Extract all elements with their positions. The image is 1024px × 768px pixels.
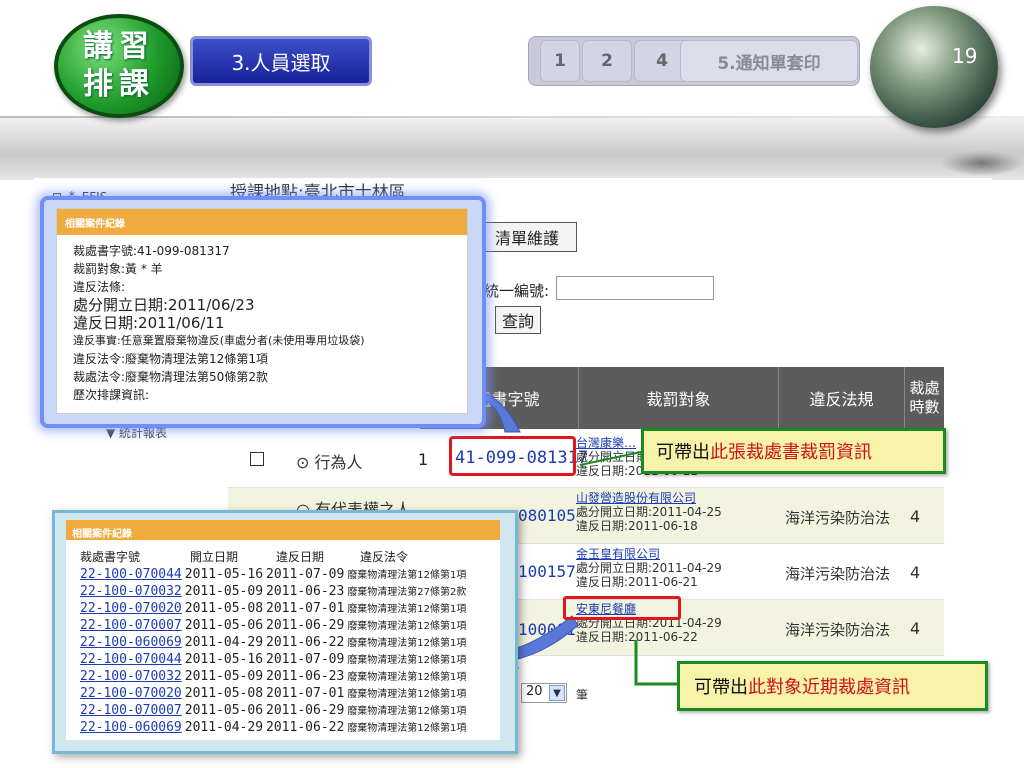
recent-law: 廢棄物清理法第12條第1項 xyxy=(347,689,467,700)
recent-violate-date: 2011-06-22 xyxy=(266,635,345,650)
recent-law: 廢棄物清理法第12條第1項 xyxy=(347,638,467,649)
recent-violate-date: 2011-06-29 xyxy=(266,618,345,633)
recent-open-date: 2011-05-08 xyxy=(184,601,264,616)
recent-law: 廢棄物清理法第12條第1項 xyxy=(347,570,467,581)
recent-law: 廢棄物清理法第12條第1項 xyxy=(347,604,467,615)
callout2-emphasis: 此對象近期裁處資訊 xyxy=(748,677,910,698)
recent-violate-date: 2011-07-09 xyxy=(266,652,345,667)
case-law: 違反法條: xyxy=(73,280,126,294)
highlight-target xyxy=(563,596,681,620)
recent-doc-link[interactable]: 22-100-070020 xyxy=(80,686,182,701)
recent-open-date: 2011-05-09 xyxy=(184,669,264,684)
recent-law: 廢棄物清理法第12條第1項 xyxy=(347,723,467,734)
recent-violate-date: 2011-07-01 xyxy=(266,601,345,616)
case-facts: 違反事實:任意棄置廢棄物違反(車處分者(未使用專用垃圾袋) xyxy=(73,334,365,347)
recent-col-law: 違反法令 xyxy=(360,550,409,564)
recent-doc-link[interactable]: 22-100-060069 xyxy=(80,720,182,735)
recent-row: 22-100-070020 2011-05-08 2011-07-01 廢棄物清理法第… xyxy=(80,685,466,701)
recent-row: 22-100-070032 2011-05-09 2011-06-23 廢棄物清理法第… xyxy=(80,583,466,599)
recent-col-open: 開立日期 xyxy=(190,550,239,564)
recent-open-date: 2011-05-08 xyxy=(184,686,264,701)
recent-law: 廢棄物清理法第12條第1項 xyxy=(347,672,467,683)
recent-law: 廢棄物清理法第12條第1項 xyxy=(347,621,467,632)
recent-doc-link[interactable]: 22-100-070044 xyxy=(80,567,182,582)
recent-violate-date: 2011-07-09 xyxy=(266,567,345,582)
recent-row: 22-100-070044 2011-05-16 2011-07-09 廢棄物清理法第… xyxy=(80,566,466,582)
recent-row: 22-100-060069 2011-04-29 2011-06-22 廢棄物清理法第… xyxy=(80,634,466,650)
recent-violate-date: 2011-06-23 xyxy=(266,669,345,684)
callout-case-info: 可帶出 此張裁處書裁罰資訊 xyxy=(641,428,946,474)
recent-doc-link[interactable]: 22-100-070032 xyxy=(80,669,182,684)
recent-row: 22-100-070007 2011-05-06 2011-06-29 廢棄物清理法第… xyxy=(80,617,466,633)
recent-col-violate: 違反日期 xyxy=(276,550,325,564)
callout-recent-info: 可帶出 此對象近期裁處資訊 xyxy=(677,661,988,711)
recent-violate-date: 2011-06-22 xyxy=(266,720,345,735)
recent-row: 22-100-070007 2011-05-06 2011-06-29 廢棄物清理法第… xyxy=(80,702,466,718)
recent-doc-link[interactable]: 22-100-070007 xyxy=(80,703,182,718)
recent-open-date: 2011-05-16 xyxy=(184,567,264,582)
recent-open-date: 2011-04-29 xyxy=(184,635,264,650)
case-popup-header: 相關案件紀錄 xyxy=(57,209,467,235)
callout2-prefix: 可帶出 xyxy=(694,677,748,698)
recent-law: 廢棄物清理法第12條第1項 xyxy=(347,655,467,666)
callout1-prefix: 可帶出 xyxy=(656,442,710,463)
recent-col-doc: 裁處書字號 xyxy=(80,550,141,564)
recent-doc-link[interactable]: 22-100-060069 xyxy=(80,635,182,650)
callout2-pointer xyxy=(634,640,677,686)
highlight-doc-number xyxy=(449,436,576,476)
recent-popup-header: 相關案件紀錄 xyxy=(66,520,500,542)
recent-open-date: 2011-05-06 xyxy=(184,618,264,633)
recent-law: 廢棄物清理法第12條第1項 xyxy=(347,706,467,717)
recent-row: 22-100-060069 2011-04-29 2011-06-22 廢棄物清理法第… xyxy=(80,719,466,735)
case-violated: 違反日期:2011/06/11 xyxy=(73,314,225,332)
callout1-emphasis: 此張裁處書裁罰資訊 xyxy=(710,442,872,463)
case-doc-no: 裁處書字號:41-099-081317 xyxy=(73,244,230,258)
case-target: 裁罰對象:黃 * 羊 xyxy=(73,262,163,276)
recent-open-date: 2011-05-16 xyxy=(184,652,264,667)
recent-law: 廢棄物清理法第27條第2款 xyxy=(347,587,467,598)
recent-row: 22-100-070044 2011-05-16 2011-07-09 廢棄物清理法第… xyxy=(80,651,466,667)
slide: 講習 排課 3.人員選取 1 2 4 5.通知單套印 19 ⊟ ⁂ EFIS 授… xyxy=(0,0,1024,768)
case-law-violated: 違反法令:廢棄物清理法第12條第1項 xyxy=(73,352,268,366)
recent-open-date: 2011-04-29 xyxy=(184,720,264,735)
case-law-penalty: 裁處法令:廢棄物清理法第50條第2款 xyxy=(73,370,268,384)
recent-violate-date: 2011-06-23 xyxy=(266,584,345,599)
recent-row: 22-100-070032 2011-05-09 2011-06-23 廢棄物清理法第… xyxy=(80,668,466,684)
recent-open-date: 2011-05-06 xyxy=(184,703,264,718)
recent-doc-link[interactable]: 22-100-070007 xyxy=(80,618,182,633)
recent-doc-link[interactable]: 22-100-070032 xyxy=(80,584,182,599)
recent-doc-link[interactable]: 22-100-070020 xyxy=(80,601,182,616)
case-history: 歷次排課資訊: xyxy=(73,388,150,402)
callout1-pointer xyxy=(579,451,642,466)
recent-violate-date: 2011-07-01 xyxy=(266,686,345,701)
recent-row: 22-100-070020 2011-05-08 2011-07-01 廢棄物清理法第… xyxy=(80,600,466,616)
recent-open-date: 2011-05-09 xyxy=(184,584,264,599)
recent-doc-link[interactable]: 22-100-070044 xyxy=(80,652,182,667)
recent-violate-date: 2011-06-29 xyxy=(266,703,345,718)
